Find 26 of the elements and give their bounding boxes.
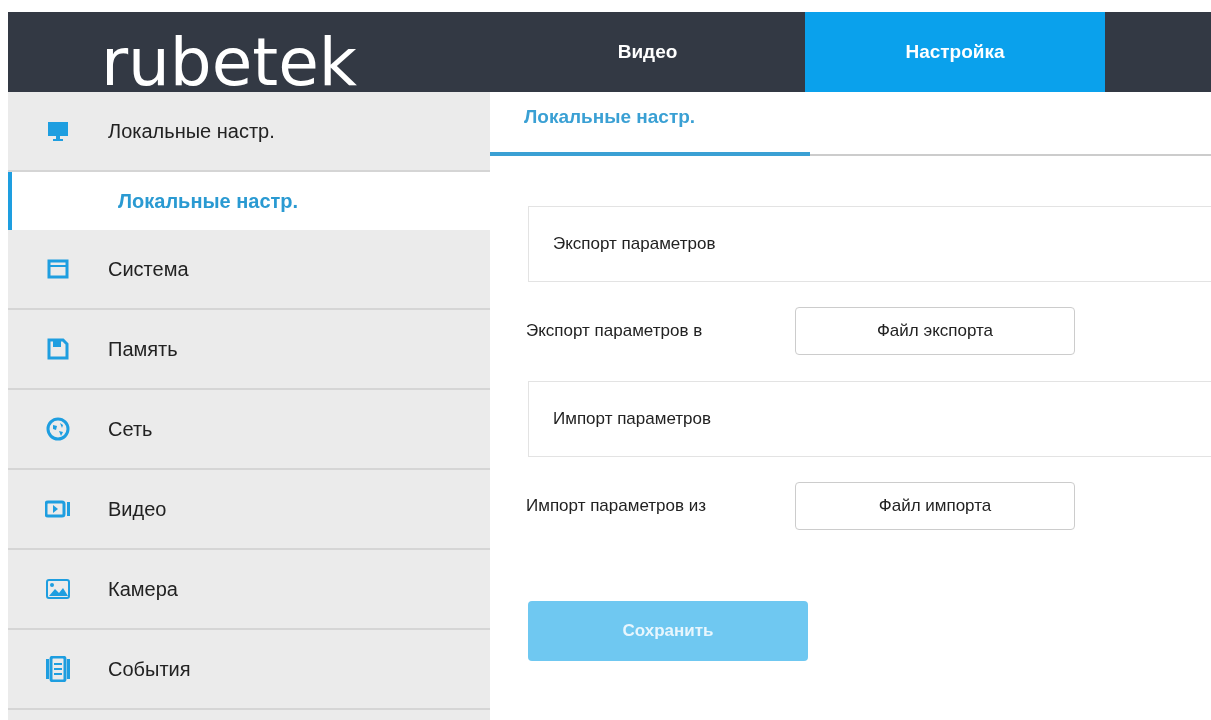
monitor-icon bbox=[46, 119, 70, 143]
field-label: Экспорт параметров в bbox=[526, 321, 704, 341]
section-title: Экспорт параметров bbox=[553, 234, 716, 254]
sidebar-label: Камера bbox=[108, 577, 178, 601]
section-title: Импорт параметров bbox=[553, 409, 712, 429]
sidebar-item[interactable]: Камера bbox=[8, 550, 490, 630]
video-camera-icon bbox=[45, 499, 71, 519]
sidebar-label: Видео bbox=[108, 497, 167, 521]
file-button[interactable]: Файл импорта bbox=[795, 482, 1075, 530]
image-icon bbox=[46, 579, 70, 599]
logo: rubetek bbox=[100, 30, 358, 92]
sidebar-item[interactable]: Система bbox=[8, 230, 490, 310]
globe-icon bbox=[46, 417, 70, 441]
file-button[interactable]: Файл экспорта bbox=[795, 307, 1075, 355]
window-icon bbox=[47, 258, 69, 280]
field-label: Импорт параметров из bbox=[526, 496, 708, 516]
sidebar-item[interactable]: События bbox=[8, 630, 490, 710]
sidebar-item[interactable]: Сеть bbox=[8, 390, 490, 470]
sidebar-label: Память bbox=[108, 337, 178, 361]
sidebar-label: События bbox=[108, 657, 191, 681]
sidebar-label: Система bbox=[108, 257, 189, 281]
sidebar-item[interactable]: Память bbox=[8, 310, 490, 390]
sidebar-item[interactable]: Видео bbox=[8, 470, 490, 550]
document-list-icon bbox=[45, 656, 71, 682]
sidebar-label: Локальные настр. bbox=[108, 119, 275, 143]
sidebar-label: Сеть bbox=[108, 417, 153, 441]
